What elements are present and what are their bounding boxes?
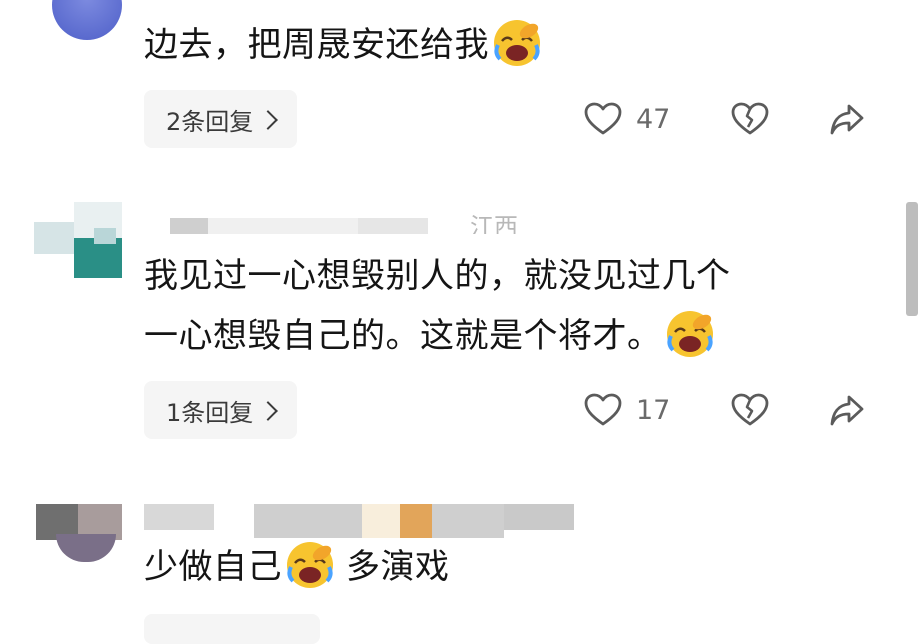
share-arrow-icon[interactable] xyxy=(829,102,865,136)
comment-2-line-2-text: 一心想毁自己的。这就是个将才。 xyxy=(144,316,662,356)
comment-location: 江西 xyxy=(470,213,518,234)
comment-1: 边去，把周晟安还给我 xyxy=(144,16,543,74)
chevron-right-icon xyxy=(258,401,279,421)
comment-1-text: 边去，把周晟安还给我 xyxy=(144,25,489,65)
comment-1-actions: 47 xyxy=(584,90,670,148)
reply-count-label: 2条回复 xyxy=(166,107,254,136)
comment-3-text-part-1: 少做自己 xyxy=(144,547,282,587)
comment-2-actions: 17 xyxy=(584,381,670,439)
reply-count-label: 1条回复 xyxy=(166,398,254,427)
avatar-commenter-3[interactable] xyxy=(36,504,122,562)
like-count: 17 xyxy=(636,394,671,426)
laughing-crying-emoji-icon xyxy=(494,19,540,66)
view-replies-button-1[interactable]: 2条回复 xyxy=(144,90,298,148)
dislike-broken-heart-icon[interactable] xyxy=(731,393,769,427)
dislike-broken-heart-icon[interactable] xyxy=(731,102,769,136)
avatar-commenter-1[interactable] xyxy=(52,0,122,40)
laughing-crying-emoji-icon xyxy=(666,310,713,357)
chevron-right-icon xyxy=(258,110,279,130)
comment-2-line-1: 我见过一心想毁别人的，就没见过几个 xyxy=(144,256,731,296)
view-replies-button-3[interactable] xyxy=(144,614,320,644)
username-blurred[interactable] xyxy=(144,210,464,234)
view-replies-button-2[interactable]: 1条回复 xyxy=(144,381,298,439)
like-heart-icon[interactable] xyxy=(584,102,622,136)
avatar-commenter-2[interactable] xyxy=(34,202,122,286)
comment-2-line-2: 一心想毁自己的。这就是个将才。 xyxy=(144,307,716,365)
scrollbar-thumb[interactable] xyxy=(906,202,918,316)
like-heart-icon[interactable] xyxy=(584,393,622,427)
comment-3-text-part-2: 多演戏 xyxy=(346,547,450,587)
comment-3: 少做自己 多演戏 xyxy=(144,538,450,596)
laughing-crying-emoji-icon xyxy=(287,541,333,588)
like-count: 47 xyxy=(636,103,671,135)
share-arrow-icon[interactable] xyxy=(829,393,865,427)
username-blurred[interactable] xyxy=(144,504,584,538)
